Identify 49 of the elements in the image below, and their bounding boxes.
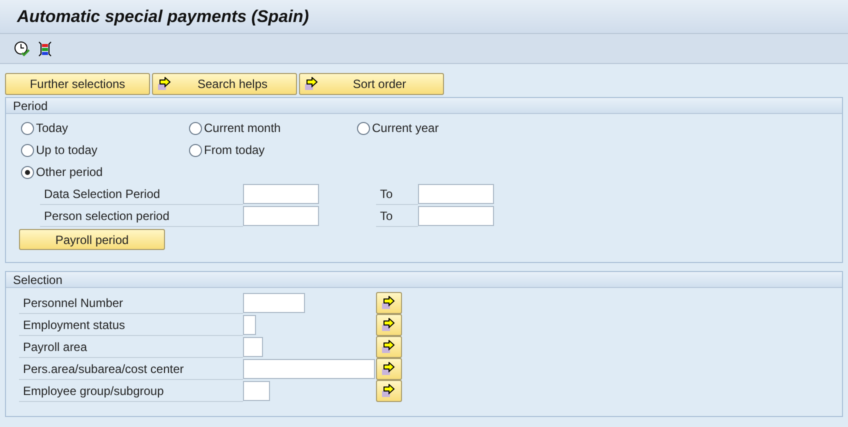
toolbar-button[interactable]: Search helps bbox=[152, 73, 297, 95]
field-label: Data Selection Period bbox=[40, 183, 243, 205]
date-field[interactable] bbox=[418, 206, 494, 226]
input-field[interactable] bbox=[243, 337, 263, 357]
radio-button[interactable] bbox=[357, 122, 370, 134]
toolbar-button[interactable]: Further selections bbox=[5, 73, 150, 95]
date-field[interactable] bbox=[418, 184, 494, 204]
date-field[interactable] bbox=[243, 184, 319, 204]
multiple-selection-button[interactable] bbox=[376, 292, 402, 314]
arrow-right-icon bbox=[304, 77, 320, 91]
radio-label: From today bbox=[204, 142, 265, 159]
arrow-right-icon bbox=[381, 384, 397, 398]
multiple-selection-button[interactable] bbox=[376, 314, 402, 336]
toolbar-button[interactable]: Sort order bbox=[299, 73, 444, 95]
radio-button[interactable] bbox=[21, 144, 34, 156]
window-title: Automatic special payments (Spain) bbox=[17, 6, 309, 28]
arrow-right-icon bbox=[157, 77, 173, 91]
input-field[interactable] bbox=[243, 315, 256, 335]
radio-button[interactable] bbox=[189, 144, 202, 156]
radio-label: Today bbox=[36, 120, 68, 137]
payroll-period-button[interactable]: Payroll period bbox=[19, 229, 165, 250]
radio-label: Current month bbox=[204, 120, 281, 137]
date-field[interactable] bbox=[243, 206, 319, 226]
group-header: Period bbox=[6, 98, 842, 114]
input-field[interactable] bbox=[243, 293, 305, 313]
arrow-right-icon bbox=[381, 296, 397, 310]
layout-icon[interactable] bbox=[38, 40, 52, 56]
field-label: Employee group/subgroup bbox=[19, 380, 243, 402]
arrow-right-icon bbox=[381, 318, 397, 332]
input-field[interactable] bbox=[243, 359, 375, 379]
field-label: Payroll area bbox=[19, 336, 243, 358]
arrow-right-icon bbox=[381, 340, 397, 354]
field-label: Personnel Number bbox=[19, 292, 243, 314]
input-field[interactable] bbox=[243, 381, 270, 401]
radio-button[interactable] bbox=[189, 122, 202, 134]
multiple-selection-button[interactable] bbox=[376, 380, 402, 402]
group-header: Selection bbox=[6, 272, 842, 288]
field-label: Person selection period bbox=[40, 205, 243, 227]
radio-button[interactable] bbox=[21, 166, 34, 178]
multiple-selection-button[interactable] bbox=[376, 336, 402, 358]
field-label: Employment status bbox=[19, 314, 243, 336]
clock-check-icon[interactable] bbox=[14, 40, 30, 56]
arrow-right-icon bbox=[381, 362, 397, 376]
radio-button[interactable] bbox=[21, 122, 34, 134]
radio-label: Up to today bbox=[36, 142, 98, 159]
radio-label: Other period bbox=[36, 164, 103, 181]
radio-label: Current year bbox=[372, 120, 439, 137]
multiple-selection-button[interactable] bbox=[376, 358, 402, 380]
field-label: Pers.area/subarea/cost center bbox=[19, 358, 243, 380]
